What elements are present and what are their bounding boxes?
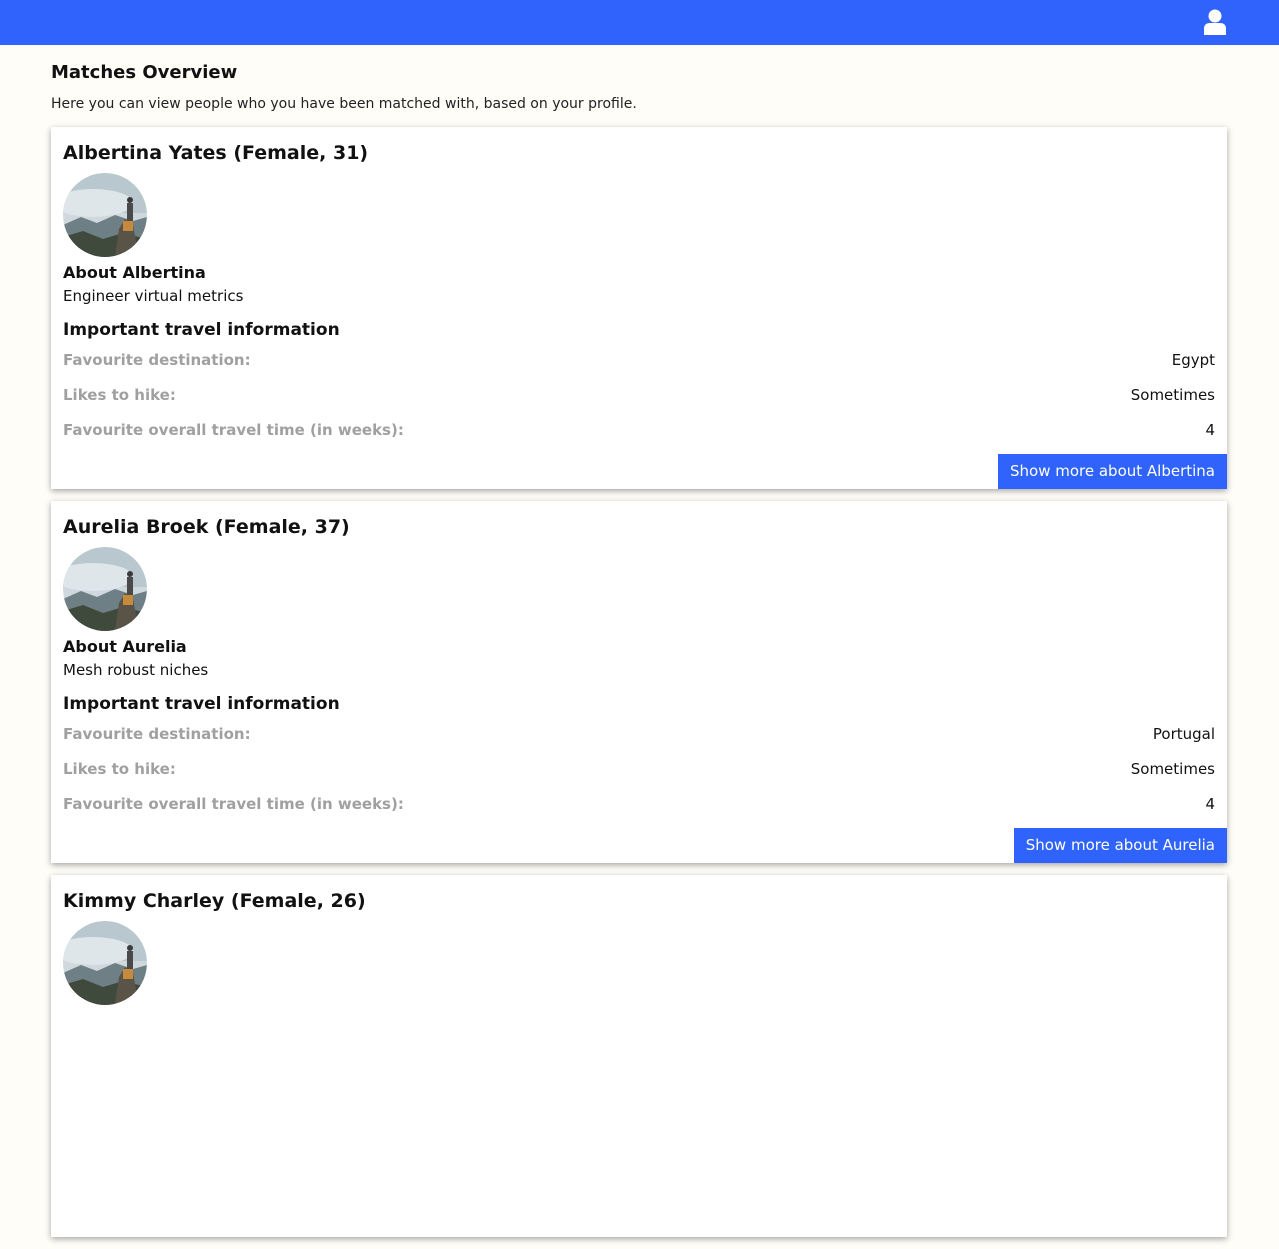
travel-time-label: Favourite overall travel time (in weeks)… <box>63 795 404 813</box>
about-text: Mesh robust niches <box>63 661 209 679</box>
top-bar <box>0 0 1279 45</box>
hike-label: Likes to hike: <box>63 760 176 778</box>
about-title: About Albertina <box>63 263 206 282</box>
match-card: Albertina Yates (Female, 31) About Alber… <box>51 127 1227 489</box>
destination-label: Favourite destination: <box>63 725 251 743</box>
travel-time-value: 4 <box>1205 421 1215 439</box>
about-text: Engineer virtual metrics <box>63 287 244 305</box>
about-title: About Aurelia <box>63 637 187 656</box>
hike-row: Likes to hike: Sometimes <box>63 378 1215 413</box>
match-name: Aurelia Broek (Female, 37) <box>63 516 350 538</box>
travel-time-value: 4 <box>1205 795 1215 813</box>
match-name: Kimmy Charley (Female, 26) <box>63 890 366 912</box>
avatar <box>63 547 147 631</box>
travel-info-title: Important travel information <box>63 320 340 340</box>
travel-time-row: Favourite overall travel time (in weeks)… <box>63 413 1215 448</box>
hike-label: Likes to hike: <box>63 386 176 404</box>
match-card: Aurelia Broek (Female, 37) About Aurelia… <box>51 501 1227 863</box>
user-icon[interactable] <box>1204 9 1226 35</box>
show-more-button[interactable]: Show more about Aurelia <box>1013 828 1227 863</box>
show-more-button[interactable]: Show more about Albertina <box>997 454 1227 489</box>
match-name: Albertina Yates (Female, 31) <box>63 142 369 164</box>
page-subtitle: Here you can view people who you have be… <box>51 96 637 112</box>
hike-row: Likes to hike: Sometimes <box>63 752 1215 787</box>
destination-value: Portugal <box>1152 725 1215 743</box>
page-title: Matches Overview <box>51 62 238 83</box>
destination-row: Favourite destination: Portugal <box>63 717 1215 752</box>
main-content: Matches Overview Here you can view peopl… <box>51 60 1227 1249</box>
travel-info-title: Important travel information <box>63 694 340 714</box>
destination-row: Favourite destination: Egypt <box>63 343 1215 378</box>
match-card: Kimmy Charley (Female, 26) <box>51 875 1227 1237</box>
hike-value: Sometimes <box>1130 760 1215 778</box>
hike-value: Sometimes <box>1130 386 1215 404</box>
avatar <box>63 921 147 1005</box>
destination-label: Favourite destination: <box>63 351 251 369</box>
travel-time-row: Favourite overall travel time (in weeks)… <box>63 787 1215 822</box>
travel-time-label: Favourite overall travel time (in weeks)… <box>63 421 404 439</box>
avatar <box>63 173 147 257</box>
match-list: Albertina Yates (Female, 31) About Alber… <box>51 127 1227 1237</box>
destination-value: Egypt <box>1171 351 1215 369</box>
